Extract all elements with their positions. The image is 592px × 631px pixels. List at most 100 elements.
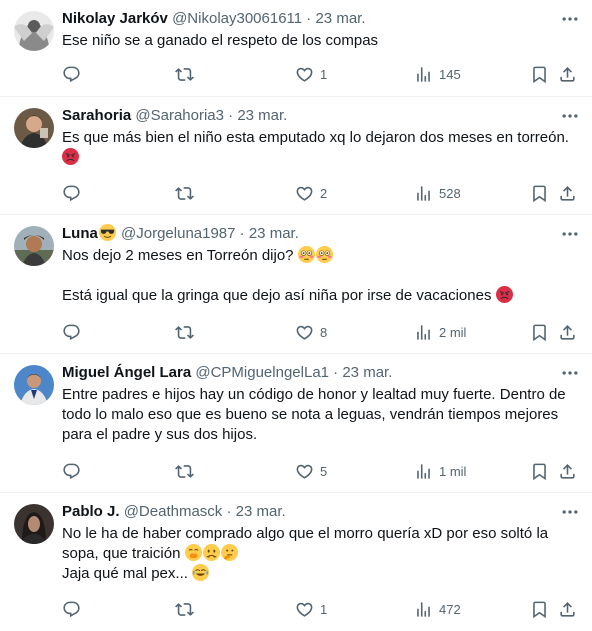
user-handle[interactable]: @Jorgeluna1987 bbox=[121, 225, 235, 242]
display-name[interactable]: Sarahoria bbox=[62, 107, 131, 124]
view-count: 2 mil bbox=[439, 324, 467, 340]
tears-of-joy-emoji bbox=[192, 564, 209, 581]
tweet-text-line: Está igual que la gringa que dejo así ni… bbox=[62, 287, 492, 304]
more-options-icon[interactable] bbox=[560, 502, 580, 522]
like-count: 5 bbox=[320, 463, 328, 479]
views-button[interactable]: 472 bbox=[414, 598, 461, 620]
like-count: 8 bbox=[320, 324, 328, 340]
more-options-icon[interactable] bbox=[560, 9, 580, 29]
share-button[interactable] bbox=[558, 63, 577, 85]
view-count: 1 mil bbox=[439, 463, 467, 479]
display-name[interactable]: Pablo J. bbox=[62, 503, 120, 520]
bookmark-icon bbox=[530, 462, 549, 481]
reply-icon bbox=[62, 184, 81, 203]
share-button[interactable] bbox=[558, 182, 577, 204]
like-button[interactable]: 8 bbox=[295, 321, 327, 343]
user-handle[interactable]: @CPMiguelngelLa1 bbox=[195, 364, 329, 381]
retweet-icon bbox=[175, 65, 194, 84]
like-count: 1 bbox=[320, 66, 328, 82]
share-button[interactable] bbox=[558, 460, 577, 482]
tweet[interactable]: Miguel Ángel Lara @CPMiguelngelLa1 · 23 … bbox=[0, 354, 592, 493]
retweet-button[interactable] bbox=[175, 182, 200, 204]
reply-button[interactable] bbox=[62, 182, 87, 204]
heart-icon bbox=[295, 600, 314, 619]
tweet-text-line: Ese niño se a ganado el respeto de los c… bbox=[62, 32, 379, 49]
like-button[interactable]: 2 bbox=[295, 182, 327, 204]
share-icon bbox=[558, 462, 577, 481]
reply-icon bbox=[62, 462, 81, 481]
bookmark-button[interactable] bbox=[530, 460, 549, 482]
tweet[interactable]: Sarahoria @Sarahoria3 · 23 mar. Es que m… bbox=[0, 97, 592, 215]
view-count: 528 bbox=[439, 185, 461, 201]
retweet-button[interactable] bbox=[175, 598, 200, 620]
avatar[interactable] bbox=[14, 11, 54, 51]
bookmark-button[interactable] bbox=[530, 598, 549, 620]
more-options-icon[interactable] bbox=[560, 363, 580, 383]
views-button[interactable]: 145 bbox=[414, 63, 461, 85]
display-name[interactable]: Nikolay Jarkóv bbox=[62, 10, 168, 27]
like-button[interactable]: 5 bbox=[295, 460, 327, 482]
tweet-header: Sarahoria @Sarahoria3 · 23 mar. bbox=[62, 106, 580, 126]
display-name[interactable]: Miguel Ángel Lara bbox=[62, 364, 191, 381]
avatar[interactable] bbox=[14, 365, 54, 405]
like-count: 2 bbox=[320, 185, 328, 201]
heart-icon bbox=[295, 65, 314, 84]
tweet-date[interactable]: 23 mar. bbox=[237, 107, 287, 124]
bookmark-icon bbox=[530, 323, 549, 342]
share-icon bbox=[558, 65, 577, 84]
share-icon bbox=[558, 184, 577, 203]
tweet[interactable]: Nikolay Jarkóv @Nikolay30061611 · 23 mar… bbox=[0, 0, 592, 97]
like-button[interactable]: 1 bbox=[295, 598, 327, 620]
avatar[interactable] bbox=[14, 504, 54, 544]
tweet[interactable]: Luna @Jorgeluna1987 · 23 mar. Nos dejo 2… bbox=[0, 215, 592, 354]
tweet-text-line: Entre padres e hijos hay un código de ho… bbox=[62, 386, 570, 443]
share-icon bbox=[558, 600, 577, 619]
like-button[interactable]: 1 bbox=[295, 63, 327, 85]
bookmark-button[interactable] bbox=[530, 321, 549, 343]
more-options-icon[interactable] bbox=[560, 224, 580, 244]
reply-button[interactable] bbox=[62, 460, 87, 482]
views-button[interactable]: 1 mil bbox=[414, 460, 466, 482]
reply-button[interactable] bbox=[62, 63, 87, 85]
reply-button[interactable] bbox=[62, 598, 87, 620]
more-options-icon[interactable] bbox=[560, 106, 580, 126]
user-handle[interactable]: @Sarahoria3 bbox=[135, 107, 224, 124]
share-button[interactable] bbox=[558, 598, 577, 620]
bookmark-button[interactable] bbox=[530, 63, 549, 85]
views-chart-icon bbox=[414, 323, 433, 342]
separator-dot: · bbox=[239, 225, 245, 242]
tweet-header: Pablo J. @Deathmasck · 23 mar. bbox=[62, 502, 580, 522]
views-button[interactable]: 2 mil bbox=[414, 321, 466, 343]
hand-over-mouth-emoji bbox=[185, 544, 202, 561]
reply-icon bbox=[62, 65, 81, 84]
user-handle[interactable]: @Deathmasck bbox=[124, 503, 223, 520]
avatar[interactable] bbox=[14, 226, 54, 266]
tweet-text-line: No le ha de haber comprado algo que el m… bbox=[62, 525, 553, 562]
tweet-date[interactable]: 23 mar. bbox=[315, 10, 365, 27]
tweet-date[interactable]: 23 mar. bbox=[342, 364, 392, 381]
retweet-icon bbox=[175, 462, 194, 481]
heart-icon bbox=[295, 462, 314, 481]
views-button[interactable]: 528 bbox=[414, 182, 461, 204]
retweet-button[interactable] bbox=[175, 321, 200, 343]
tweet-date[interactable]: 23 mar. bbox=[249, 225, 299, 242]
user-handle[interactable]: @Nikolay30061611 bbox=[172, 10, 302, 27]
tweet[interactable]: Pablo J. @Deathmasck · 23 mar. No le ha … bbox=[0, 493, 592, 631]
bookmark-button[interactable] bbox=[530, 182, 549, 204]
avatar[interactable] bbox=[14, 108, 54, 148]
retweet-button[interactable] bbox=[175, 63, 200, 85]
retweet-button[interactable] bbox=[175, 460, 200, 482]
reply-icon bbox=[62, 600, 81, 619]
reply-button[interactable] bbox=[62, 321, 87, 343]
separator-dot: · bbox=[333, 364, 339, 381]
reply-icon bbox=[62, 323, 81, 342]
separator-dot: · bbox=[228, 107, 234, 124]
worried-face-emoji bbox=[203, 544, 220, 561]
display-name[interactable]: Luna bbox=[62, 225, 98, 242]
bookmark-icon bbox=[530, 65, 549, 84]
share-button[interactable] bbox=[558, 321, 577, 343]
retweet-icon bbox=[175, 184, 194, 203]
angry-face-emoji bbox=[496, 286, 513, 303]
tweet-date[interactable]: 23 mar. bbox=[236, 503, 286, 520]
tweet-text: No le ha de haber comprado algo que el m… bbox=[62, 524, 580, 584]
